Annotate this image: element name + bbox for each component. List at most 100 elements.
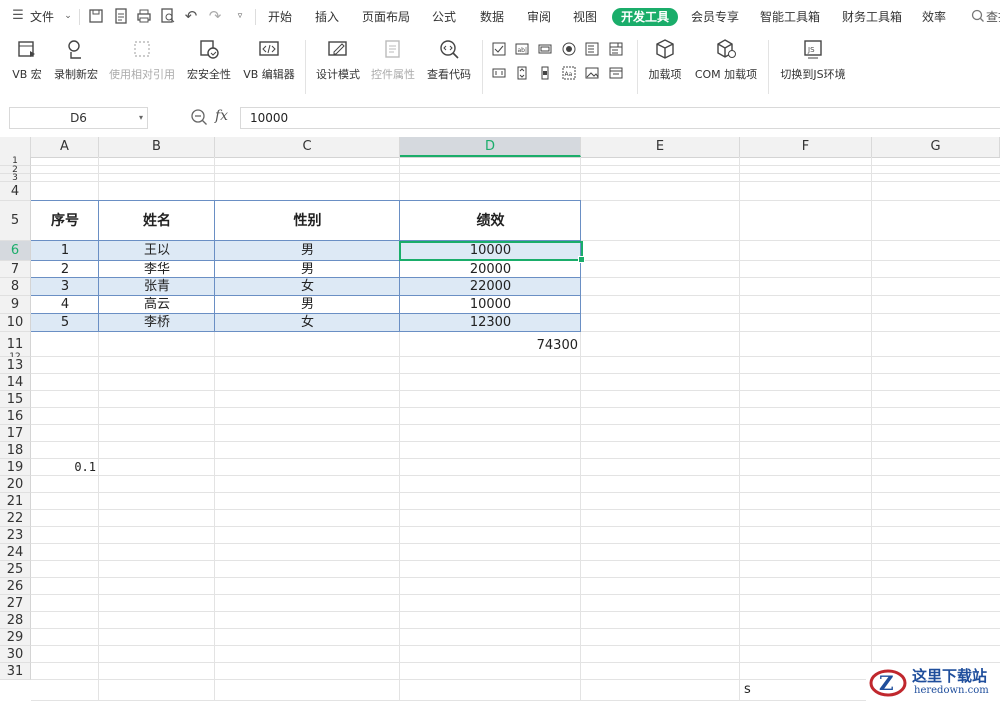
tab-home[interactable]: 开始 [268, 8, 292, 26]
row-header-9[interactable]: 9 [0, 296, 31, 314]
record-index[interactable]: 1 [31, 241, 99, 261]
tab-finance-toolbox[interactable]: 财务工具箱 [842, 8, 902, 26]
row-header-24[interactable]: 24 [0, 544, 31, 561]
record-performance[interactable]: 10000 [400, 296, 581, 314]
record-gender[interactable]: 男 [215, 241, 400, 261]
record-gender[interactable]: 女 [215, 314, 400, 332]
file-menu[interactable]: 文件 [30, 8, 54, 26]
tab-view[interactable]: 视图 [573, 8, 597, 26]
vb-macro-button[interactable]: VB 宏 [9, 38, 45, 82]
column-header-c[interactable]: C [215, 137, 400, 157]
column-header-d[interactable]: D [400, 137, 581, 157]
row-header-21[interactable]: 21 [0, 493, 31, 510]
label-control-icon[interactable]: Aa [562, 66, 576, 80]
record-performance[interactable]: 20000 [400, 261, 581, 278]
record-name[interactable]: 高云 [99, 296, 215, 314]
row-header-26[interactable]: 26 [0, 578, 31, 595]
textbox-control-icon[interactable]: ab| [515, 42, 529, 56]
addins-button[interactable]: 加载项 [645, 38, 685, 82]
com-addins-button[interactable]: COM 加载项 [692, 38, 760, 82]
formula-input[interactable]: 10000 [240, 107, 1000, 129]
column-header-e[interactable]: E [581, 137, 740, 157]
record-name[interactable]: 李桥 [99, 314, 215, 332]
row-header-8[interactable]: 8 [0, 278, 31, 296]
tab-smart-toolbox[interactable]: 智能工具箱 [760, 8, 820, 26]
record-performance[interactable]: 12300 [400, 314, 581, 332]
column-header-b[interactable]: B [99, 137, 215, 157]
hamburger-icon[interactable]: ☰ [10, 8, 26, 24]
option-button-control-icon[interactable] [562, 42, 576, 56]
frame-control-icon[interactable] [609, 66, 623, 80]
total-cell[interactable]: 74300 [400, 337, 578, 354]
print-preview-icon[interactable] [160, 8, 176, 24]
record-name[interactable]: 张青 [99, 278, 215, 296]
command-button-control-icon[interactable] [538, 42, 552, 56]
export-pdf-icon[interactable] [113, 8, 129, 24]
row-header-13[interactable]: 13 [0, 357, 31, 374]
row-header-4[interactable]: 4 [0, 182, 31, 201]
row-header-10[interactable]: 10 [0, 314, 31, 332]
row-header-6[interactable]: 6 [0, 241, 31, 261]
listbox-control-icon[interactable] [585, 42, 599, 56]
record-name[interactable]: 李华 [99, 261, 215, 278]
row-header-3[interactable]: 3 [0, 174, 31, 183]
row-header-5[interactable]: 5 [0, 201, 31, 241]
search-label[interactable]: 查找 [986, 8, 1000, 26]
row-header-28[interactable]: 28 [0, 612, 31, 629]
tab-member[interactable]: 会员专享 [691, 8, 739, 26]
column-header-a[interactable]: A [31, 137, 99, 157]
search-icon[interactable] [970, 8, 986, 24]
fill-handle[interactable] [578, 256, 585, 263]
row-header-19[interactable]: 19 [0, 459, 31, 476]
row-header-14[interactable]: 14 [0, 374, 31, 391]
record-index[interactable]: 5 [31, 314, 99, 332]
undo-icon[interactable]: ↶ [183, 8, 199, 24]
record-macro-button[interactable]: 录制新宏 [52, 38, 100, 82]
header-cell-gender[interactable]: 性别 [215, 201, 400, 241]
tab-formulas[interactable]: 公式 [432, 8, 456, 26]
checkbox-control-icon[interactable] [492, 42, 506, 56]
column-header-f[interactable]: F [740, 137, 872, 157]
row-header-23[interactable]: 23 [0, 527, 31, 544]
record-gender[interactable]: 男 [215, 261, 400, 278]
record-name[interactable]: 王以 [99, 241, 215, 261]
file-chevron-down-icon[interactable]: ⌄ [60, 8, 76, 24]
record-index[interactable]: 4 [31, 296, 99, 314]
record-gender[interactable]: 女 [215, 278, 400, 296]
active-cell-d6[interactable] [399, 241, 585, 263]
header-cell-index[interactable]: 序号 [31, 201, 99, 241]
control-properties-button[interactable]: 控件属性 [369, 38, 417, 82]
macro-security-button[interactable]: 宏安全性 [185, 38, 233, 82]
redo-icon[interactable]: ↷ [207, 8, 223, 24]
combobox-control-icon[interactable] [609, 42, 623, 56]
row-header-18[interactable]: 18 [0, 442, 31, 459]
row-header-22[interactable]: 22 [0, 510, 31, 527]
switch-js-env-button[interactable]: JS 切换到JS环境 [778, 38, 848, 82]
vb-editor-button[interactable]: VB 编辑器 [241, 38, 297, 82]
print-icon[interactable] [136, 8, 152, 24]
tab-data[interactable]: 数据 [480, 8, 504, 26]
save-icon[interactable] [88, 8, 104, 24]
tab-developer[interactable]: 开发工具 [612, 8, 679, 26]
cell-a18[interactable]: 0.1 [31, 459, 96, 476]
row-header-30[interactable]: 30 [0, 646, 31, 663]
row-header-29[interactable]: 29 [0, 629, 31, 646]
insert-function-icon[interactable]: fx [215, 108, 228, 124]
record-index[interactable]: 3 [31, 278, 99, 296]
tab-efficiency[interactable]: 效率 [922, 8, 946, 26]
header-cell-performance[interactable]: 绩效 [400, 201, 581, 241]
column-header-g[interactable]: G [872, 137, 1000, 157]
quick-access-chevron-icon[interactable]: ▿ [232, 8, 248, 24]
row-header-16[interactable]: 16 [0, 408, 31, 425]
name-box-chevron-down-icon[interactable]: ▾ [139, 108, 143, 128]
cell-f31[interactable]: s [744, 681, 804, 698]
row-header-17[interactable]: 17 [0, 425, 31, 442]
scrollbar-control-icon[interactable] [538, 66, 552, 80]
row-header-27[interactable]: 27 [0, 595, 31, 612]
select-all-corner[interactable] [0, 137, 31, 157]
name-box[interactable]: D6 ▾ [9, 107, 148, 129]
relative-reference-button[interactable]: 使用相对引用 [107, 38, 177, 82]
row-header-7[interactable]: 7 [0, 261, 31, 278]
row-header-31[interactable]: 31 [0, 663, 31, 680]
row-header-25[interactable]: 25 [0, 561, 31, 578]
